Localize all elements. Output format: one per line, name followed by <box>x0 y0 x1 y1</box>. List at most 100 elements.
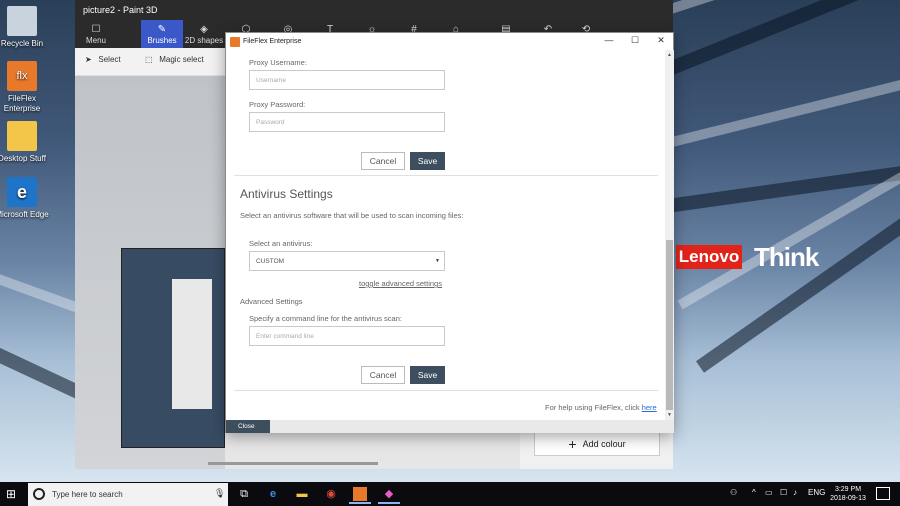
maximize-button[interactable]: ☐ <box>622 35 648 49</box>
scrollbar-thumb[interactable] <box>666 240 673 410</box>
fileflex-scrollbar[interactable]: ▲ ▼ <box>665 50 674 420</box>
chevron-up-icon[interactable]: ^ <box>752 488 756 497</box>
shapes-icon: ◈ <box>200 24 208 35</box>
task-view-icon: ⧉ <box>240 488 248 500</box>
windows-icon: ⊞ <box>6 487 17 501</box>
close-window-button[interactable]: ✕ <box>648 35 674 49</box>
proxy-username-input[interactable]: Username <box>249 70 445 90</box>
command-line-input[interactable]: Enter command line <box>249 326 445 346</box>
select-tool-label: Select <box>98 55 121 64</box>
cortana-icon <box>33 488 45 500</box>
tab-2d-shapes-label: 2D shapes <box>184 36 224 45</box>
recycle-bin-shortcut[interactable]: Recycle Bin <box>0 6 50 49</box>
antivirus-settings-title: Antivirus Settings <box>240 187 333 201</box>
fileflex-logo-icon <box>230 37 240 47</box>
edge-label: Microsoft Edge <box>0 210 49 219</box>
brush-icon: ✎ <box>157 24 167 35</box>
paint-menu-button[interactable]: ☐ Menu <box>75 20 117 48</box>
magic-select-label: Magic select <box>159 55 204 64</box>
desktop-stuff-label: Desktop Stuff <box>0 154 46 163</box>
battery-icon[interactable]: ▭ <box>765 488 773 497</box>
antivirus-cancel-button[interactable]: Cancel <box>361 366 405 384</box>
paint-title: picture2 - Paint 3D <box>75 0 673 20</box>
proxy-username-label: Proxy Username: <box>249 58 307 67</box>
fileflex-window-title: FileFlex Enterprise <box>243 38 302 45</box>
maximize-icon: ☐ <box>630 35 640 45</box>
magic-select-tool[interactable]: ⬚ Magic select <box>145 55 204 64</box>
taskbar-clock[interactable]: 3:29 PM 2018-09-13 <box>826 485 870 503</box>
section-divider <box>234 175 658 176</box>
add-colour-button[interactable]: + Add colour <box>534 432 660 456</box>
think-logo: Think <box>754 242 819 272</box>
clock-time: 3:29 PM <box>834 486 862 493</box>
network-icon[interactable]: ☐ <box>780 488 787 497</box>
section-divider <box>234 390 658 391</box>
taskbar: ⊞ Type here to search 🎙 ⧉ e ▬ ◉ ◆ ⚇ ^ ▭ … <box>0 482 900 506</box>
lenovo-logo: Lenovo <box>676 245 742 269</box>
canvas-image-window <box>172 279 212 409</box>
scroll-down-icon[interactable]: ▼ <box>666 412 673 418</box>
canvas-image <box>121 248 225 448</box>
folder-icon <box>7 121 37 151</box>
language-indicator[interactable]: ENG <box>808 488 825 497</box>
tab-brushes-label: Brushes <box>147 36 177 45</box>
fileflex-shortcut[interactable]: flx FileFlex Enterprise <box>0 61 50 114</box>
people-icon[interactable]: ⚇ <box>730 488 737 497</box>
proxy-password-input[interactable]: Password <box>249 112 445 132</box>
folder-icon: ▬ <box>296 488 308 500</box>
magic-select-icon: ⬚ <box>145 55 153 64</box>
select-tool[interactable]: ➤ Select <box>85 55 121 64</box>
add-colour-label: Add colour <box>582 439 626 449</box>
close-button[interactable]: Close <box>226 420 270 433</box>
close-icon: ✕ <box>657 35 665 45</box>
antivirus-selected-value: CUSTOM <box>256 258 285 265</box>
command-line-label: Specify a command line for the antivirus… <box>249 314 402 323</box>
notifications-icon[interactable] <box>876 487 890 500</box>
fileflex-titlebar: FileFlex Enterprise — ☐ ✕ <box>226 33 673 50</box>
proxy-password-label: Proxy Password: <box>249 100 306 109</box>
fileflex-icon: flx <box>7 61 37 91</box>
recycle-bin-icon <box>7 6 37 36</box>
tab-2d-shapes[interactable]: ◈ 2D shapes <box>183 20 225 48</box>
taskbar-paint3d[interactable]: ◆ <box>378 484 400 504</box>
dropdown-caret-icon: ▼ <box>435 258 440 264</box>
start-button[interactable]: ⊞ <box>6 487 20 501</box>
fileflex-icon <box>353 487 367 501</box>
edge-icon: e <box>269 488 277 500</box>
paint-horizontal-scrollbar[interactable] <box>208 462 378 465</box>
taskbar-fileflex[interactable] <box>349 484 371 504</box>
proxy-cancel-button[interactable]: Cancel <box>361 152 405 170</box>
task-view-button[interactable]: ⧉ <box>233 484 255 504</box>
proxy-save-button[interactable]: Save <box>410 152 445 170</box>
desktop-stuff-shortcut[interactable]: Desktop Stuff <box>0 121 50 164</box>
scroll-up-icon[interactable]: ▲ <box>666 52 673 58</box>
paint-canvas[interactable] <box>75 76 225 469</box>
taskbar-edge[interactable]: e <box>262 484 284 504</box>
wallpaper-stripe <box>659 158 900 214</box>
toggle-advanced-settings-link[interactable]: toggle advanced settings <box>359 279 442 288</box>
fileflex-label: FileFlex Enterprise <box>3 94 41 113</box>
taskbar-search[interactable]: Type here to search 🎙 <box>28 483 228 506</box>
minimize-icon: — <box>604 35 614 45</box>
help-text-label: For help using FileFlex, click <box>545 403 640 412</box>
volume-icon[interactable]: ♪ <box>793 488 797 497</box>
taskbar-file-explorer[interactable]: ▬ <box>291 484 313 504</box>
antivirus-save-button[interactable]: Save <box>410 366 445 384</box>
clock-date: 2018-09-13 <box>830 495 866 502</box>
cursor-icon: ➤ <box>85 55 92 64</box>
minimize-button[interactable]: — <box>596 35 622 49</box>
antivirus-select-label: Select an antivirus: <box>249 239 313 248</box>
advanced-settings-title: Advanced Settings <box>240 297 303 306</box>
help-link[interactable]: here <box>642 403 657 412</box>
menu-icon: ☐ <box>91 24 101 35</box>
edge-shortcut[interactable]: e Microsoft Edge <box>0 177 50 220</box>
antivirus-description: Select an antivirus software that will b… <box>240 211 464 220</box>
paint-menu-label: Menu <box>85 36 106 45</box>
help-text: For help using FileFlex, click here <box>545 403 657 412</box>
paint3d-icon: ◆ <box>384 488 394 500</box>
antivirus-select[interactable]: CUSTOM ▼ <box>249 251 445 271</box>
microphone-icon[interactable]: 🎙 <box>214 488 225 499</box>
tab-brushes[interactable]: ✎ Brushes <box>141 20 183 48</box>
taskbar-chrome[interactable]: ◉ <box>320 484 342 504</box>
fileflex-footer: Close <box>226 420 674 433</box>
